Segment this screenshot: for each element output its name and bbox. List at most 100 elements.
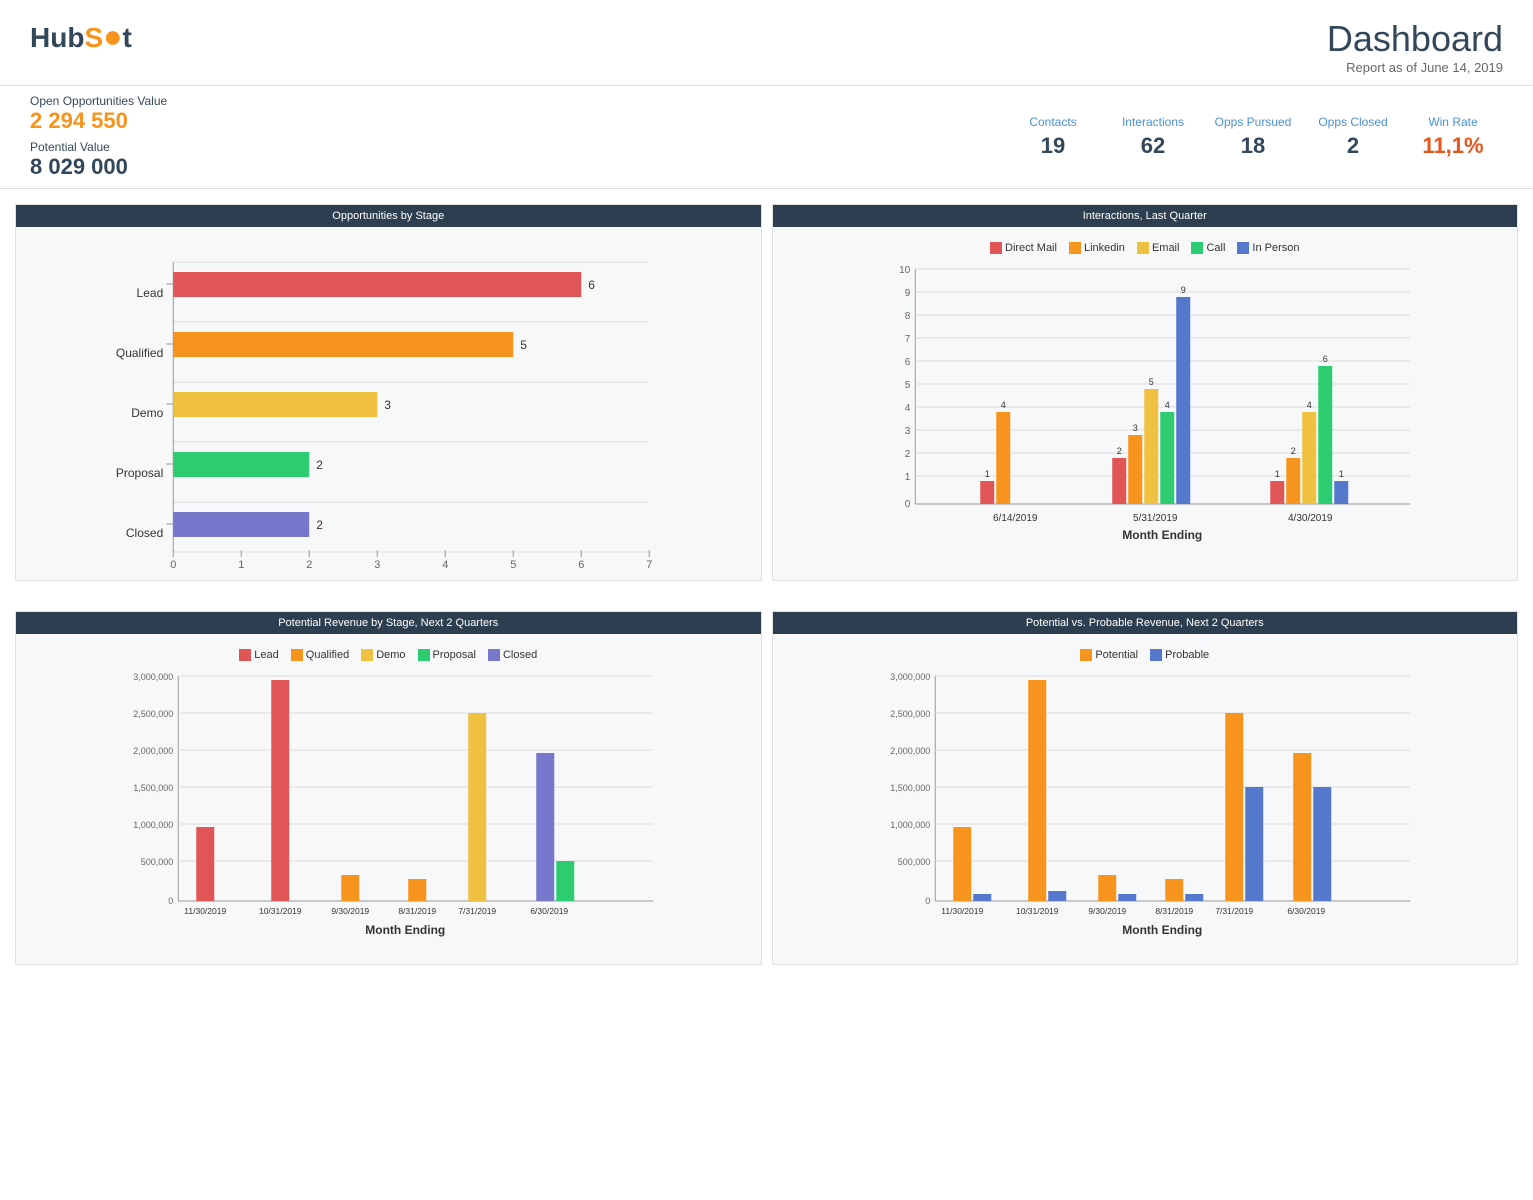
legend-pr-proposal: Proposal xyxy=(418,649,476,661)
y-label-3: 3 xyxy=(904,426,910,437)
label-proposal: Proposal xyxy=(116,466,163,480)
potential-rev-legend: Lead Qualified Demo Proposal Closed xyxy=(31,649,746,661)
bar-5-31-ip xyxy=(1176,297,1190,504)
pvp-8-31-prob xyxy=(1185,894,1203,901)
label-demo: Demo xyxy=(131,406,163,420)
legend-direct-mail-box xyxy=(990,242,1002,254)
y-label-5: 5 xyxy=(904,380,910,391)
contacts-label: Contacts xyxy=(1003,115,1103,129)
y-label-1: 1 xyxy=(904,472,910,483)
val-4-30-li: 2 xyxy=(1290,446,1295,456)
pvp-x-2: 10/31/2019 xyxy=(1015,906,1058,916)
bar-5-31-email xyxy=(1144,389,1158,504)
x-label-0: 0 xyxy=(170,559,176,571)
legend-call-box xyxy=(1191,242,1203,254)
val-4-30-ip: 1 xyxy=(1338,469,1343,479)
x-label-7: 7 xyxy=(646,559,652,571)
x-label-2: 2 xyxy=(306,559,312,571)
opps-pursued-label: Opps Pursued xyxy=(1203,115,1303,129)
pr-x-4: 8/31/2019 xyxy=(398,906,436,916)
pvp-y-500k: 500,000 xyxy=(897,857,930,867)
interactions-title: Interactions, Last Quarter xyxy=(773,205,1518,227)
pvp-x-3: 9/30/2019 xyxy=(1088,906,1126,916)
pr-x-3: 9/30/2019 xyxy=(331,906,369,916)
header: HubS●t Dashboard Report as of June 14, 2… xyxy=(0,0,1533,85)
pvp-y-3m: 3,000,000 xyxy=(890,672,930,682)
opps-by-stage-panel: Opportunities by Stage Lead Qualified De… xyxy=(15,204,762,581)
legend-linkedin-label: Linkedin xyxy=(1084,242,1125,254)
legend-email-label: Email xyxy=(1152,242,1180,254)
legend-pr-qualified: Qualified xyxy=(291,649,349,661)
metrics-bar: Open Opportunities Value 2 294 550 Poten… xyxy=(0,85,1533,189)
pvp-7-31-pot xyxy=(1225,713,1243,901)
open-opps-value: 2 294 550 xyxy=(30,108,398,134)
bar-6-30-closed xyxy=(536,753,554,901)
bar-6-14-dm xyxy=(980,481,994,504)
legend-in-person-box xyxy=(1237,242,1249,254)
pvp-legend: Potential Probable xyxy=(788,649,1503,661)
val-6-14-dm: 1 xyxy=(984,469,989,479)
pvp-8-31-pot xyxy=(1165,879,1183,901)
bar-closed xyxy=(173,512,309,537)
bar-demo xyxy=(173,392,377,417)
legend-in-person: In Person xyxy=(1237,242,1299,254)
bar-5-31-call xyxy=(1160,412,1174,504)
val-4-30-call: 6 xyxy=(1322,354,1327,364)
win-rate-label: Win Rate xyxy=(1403,115,1503,129)
potential-rev-body: Lead Qualified Demo Proposal Closed xyxy=(16,634,761,964)
legend-pr-closed-label: Closed xyxy=(503,649,537,661)
legend-direct-mail-label: Direct Mail xyxy=(1005,242,1057,254)
y-label-2: 2 xyxy=(904,449,910,460)
pr-y-3m: 3,000,000 xyxy=(133,672,173,682)
val-proposal: 2 xyxy=(316,458,323,472)
potential-vs-probable-panel: Potential vs. Probable Revenue, Next 2 Q… xyxy=(772,611,1519,965)
bar-4-30-email xyxy=(1302,412,1316,504)
pvp-10-31-prob xyxy=(1048,891,1066,901)
win-rate-metric: Win Rate 11,1% xyxy=(1403,115,1503,159)
y-label-4: 4 xyxy=(904,403,910,414)
opps-closed-label: Opps Closed xyxy=(1303,115,1403,129)
pvp-y-1m: 1,000,000 xyxy=(890,820,930,830)
pvp-y-2m: 2,000,000 xyxy=(890,746,930,756)
y-label-9: 9 xyxy=(904,288,910,299)
pr-y-1m: 1,000,000 xyxy=(133,820,173,830)
potential-vs-probable-body: Potential Probable 3,000,000 xyxy=(773,634,1518,964)
legend-pr-closed-box xyxy=(488,649,500,661)
val-4-30-dm: 1 xyxy=(1274,469,1279,479)
bar-4-30-li xyxy=(1286,458,1300,504)
contacts-metric: Contacts 19 xyxy=(1003,115,1103,159)
interactions-panel: Interactions, Last Quarter Direct Mail L… xyxy=(772,204,1519,581)
legend-pr-proposal-box xyxy=(418,649,430,661)
potential-rev-panel: Potential Revenue by Stage, Next 2 Quart… xyxy=(15,611,762,965)
x-month-2: 5/31/2019 xyxy=(1133,513,1178,524)
pr-y-500k: 500,000 xyxy=(141,857,174,867)
interactions-x-axis-label: Month Ending xyxy=(1122,528,1202,542)
win-rate-value: 11,1% xyxy=(1403,133,1503,159)
opps-closed-metric: Opps Closed 2 xyxy=(1303,115,1403,159)
label-closed: Closed xyxy=(126,526,163,540)
legend-direct-mail: Direct Mail xyxy=(990,242,1057,254)
pvp-10-31-pot xyxy=(1028,680,1046,901)
pr-y-2m: 2,000,000 xyxy=(133,746,173,756)
y-label-0: 0 xyxy=(904,499,910,510)
pvp-y-25m: 2,500,000 xyxy=(890,709,930,719)
legend-pr-lead-label: Lead xyxy=(254,649,278,661)
top-charts-row: Opportunities by Stage Lead Qualified De… xyxy=(0,189,1533,596)
val-closed: 2 xyxy=(316,518,323,532)
potential-rev-title: Potential Revenue by Stage, Next 2 Quart… xyxy=(16,612,761,634)
bar-9-30-qualified xyxy=(341,875,359,901)
pvp-y-0: 0 xyxy=(925,896,930,906)
logo-text: HubS●t xyxy=(30,18,132,55)
pvp-y-15m: 1,500,000 xyxy=(890,783,930,793)
legend-pr-lead-box xyxy=(239,649,251,661)
legend-pvp-probable-box xyxy=(1150,649,1162,661)
opps-by-stage-body: Lead Qualified Demo Proposal Closed xyxy=(16,227,761,580)
bar-4-30-dm xyxy=(1270,481,1284,504)
legend-call: Call xyxy=(1191,242,1225,254)
metric-columns: Contacts 19 Interactions 62 Opps Pursued… xyxy=(398,115,1503,159)
pvp-x-5: 7/31/2019 xyxy=(1215,906,1253,916)
legend-pvp-potential: Potential xyxy=(1080,649,1138,661)
potential-label: Potential Value xyxy=(30,140,398,154)
val-4-30-email: 4 xyxy=(1306,400,1311,410)
bar-qualified xyxy=(173,332,513,357)
